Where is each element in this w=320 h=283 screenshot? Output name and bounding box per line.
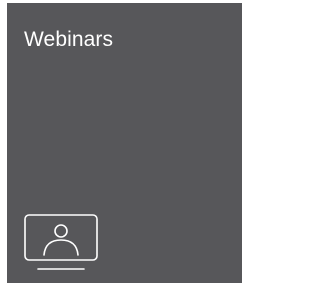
webinars-tile[interactable]: Webinars bbox=[7, 3, 242, 283]
webinar-presenter-screen-icon bbox=[24, 214, 100, 276]
tile-title: Webinars bbox=[24, 28, 114, 51]
